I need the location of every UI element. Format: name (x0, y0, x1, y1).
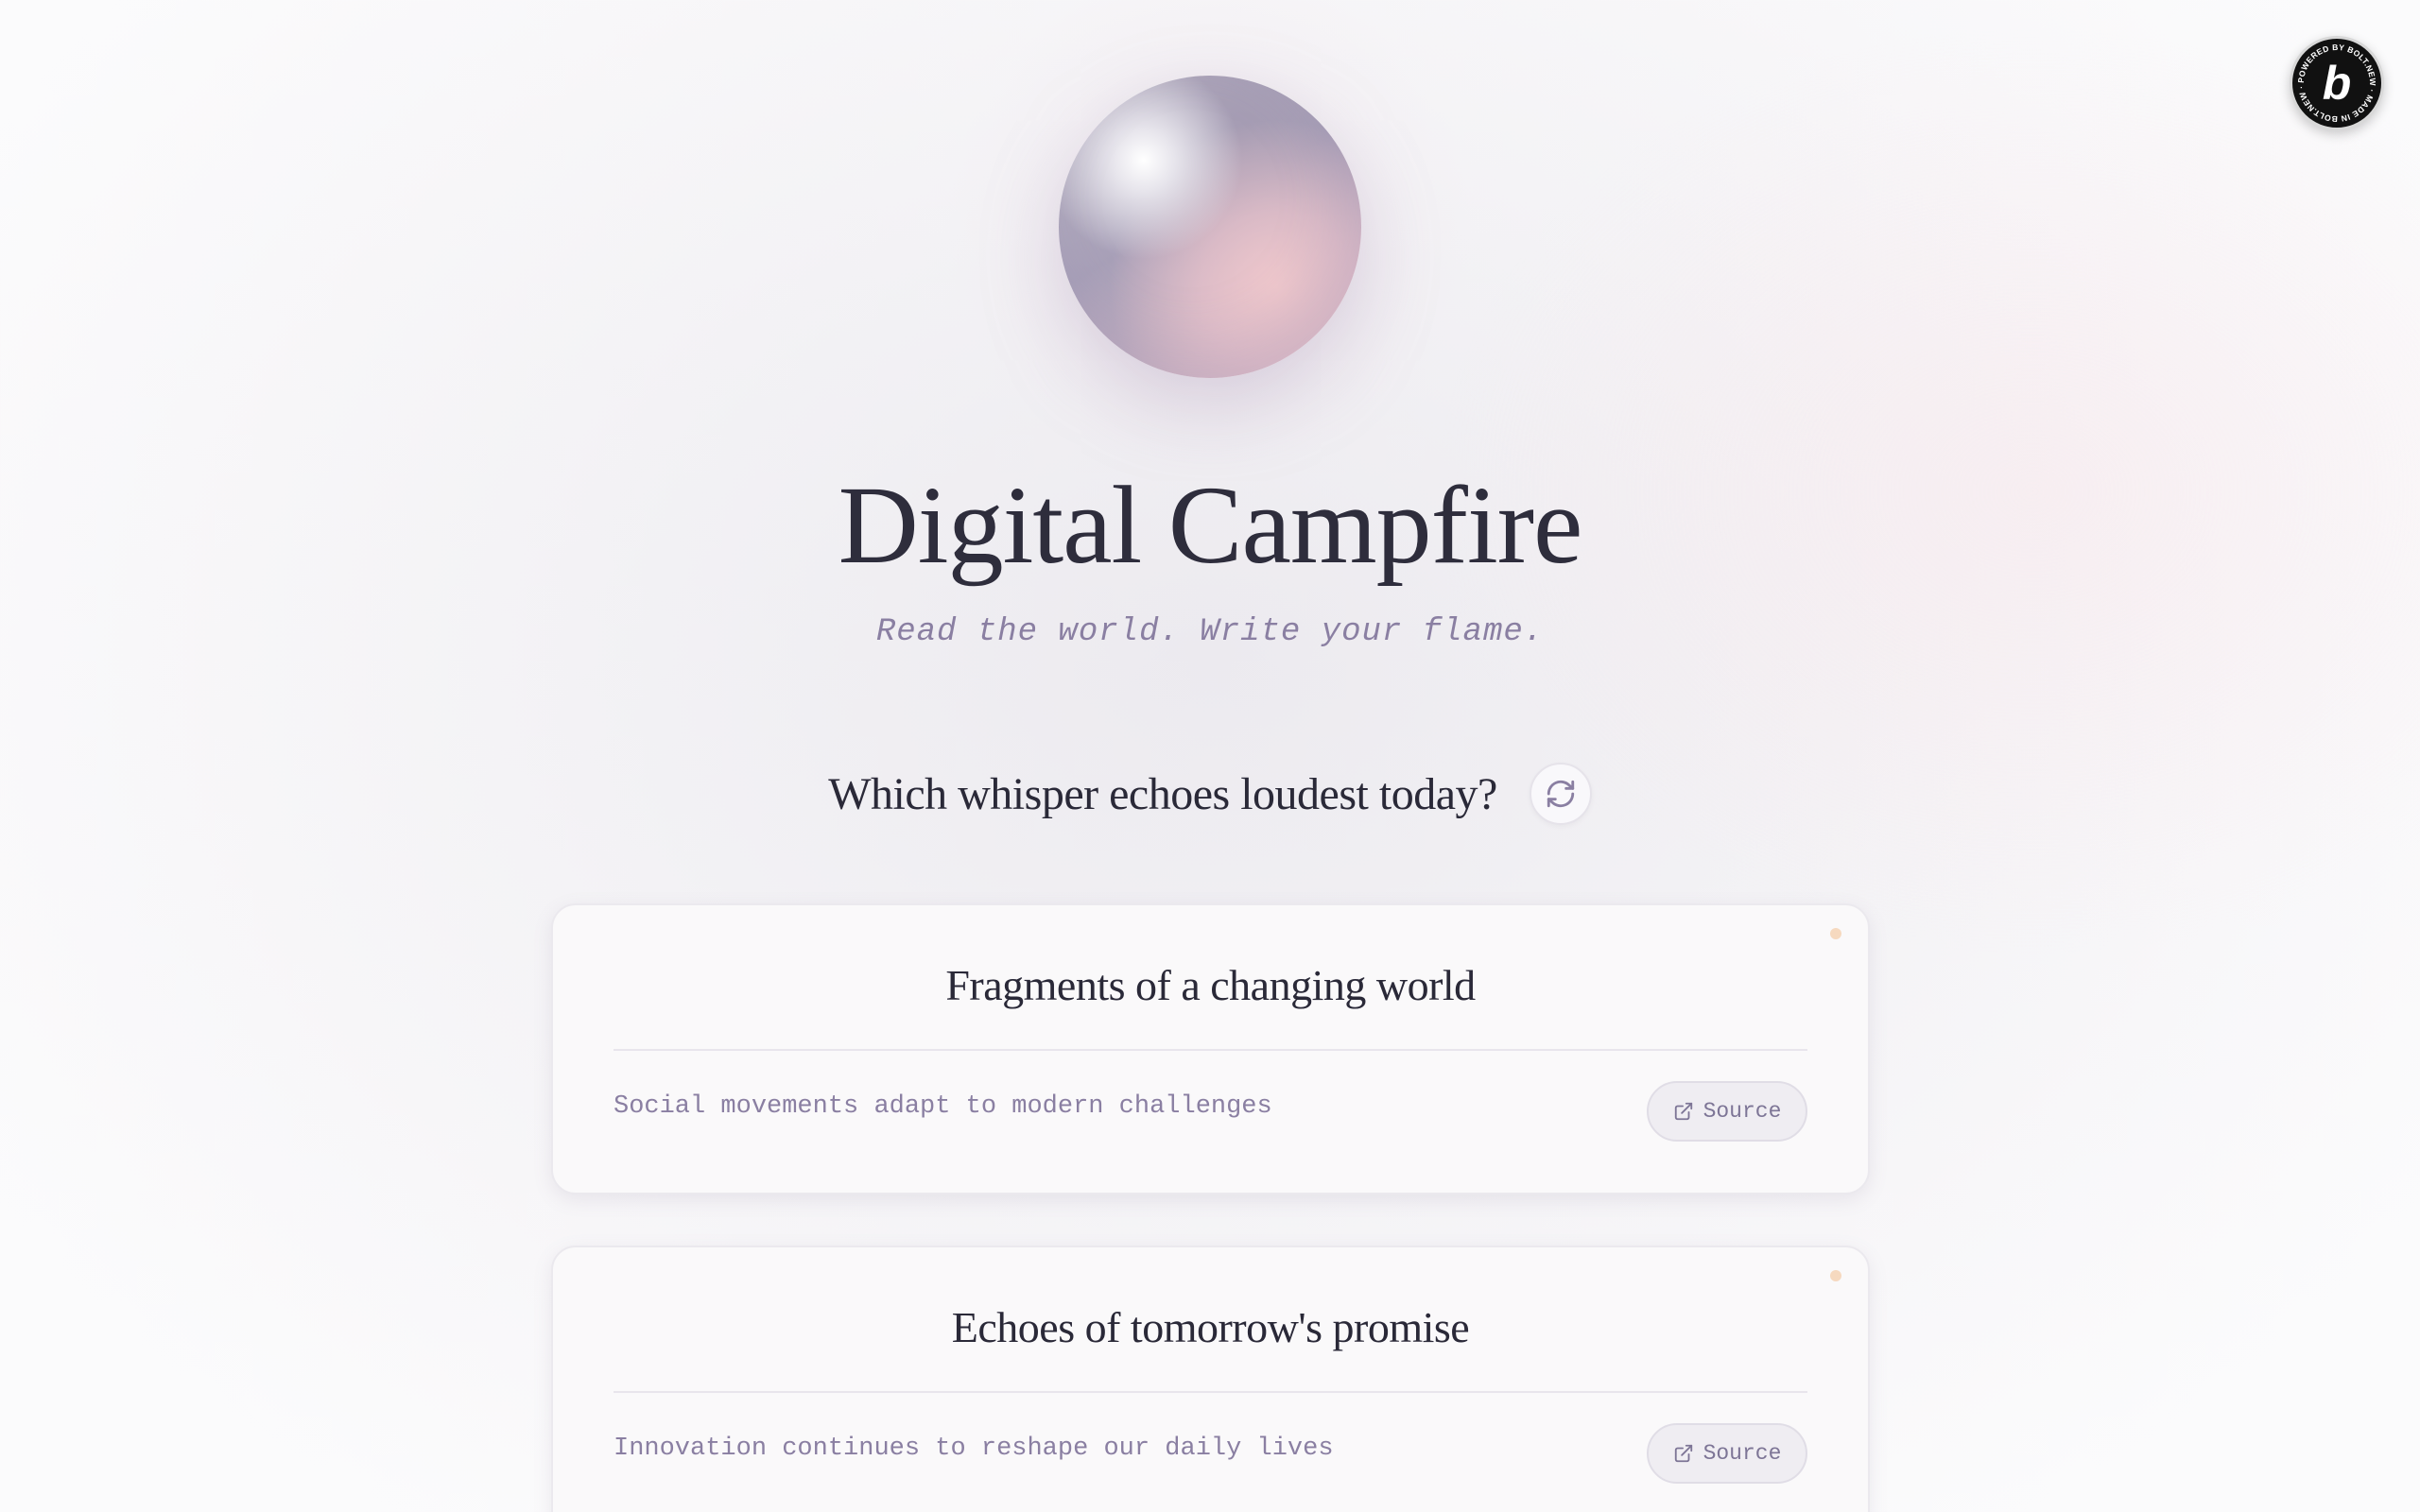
external-link-icon (1674, 1444, 1692, 1463)
refresh-icon (1547, 780, 1574, 808)
question-heading: Which whisper echoes loudest today? (828, 768, 1497, 819)
card-title: Echoes of tomorrow's promise (951, 1303, 1470, 1351)
source-button[interactable]: Source (1647, 1423, 1807, 1484)
status-dot (1830, 928, 1841, 939)
source-label: Source (1703, 1441, 1782, 1466)
story-card: Echoes of tomorrow's promise Innovation … (551, 1246, 1870, 1512)
card-summary: Social movements adapt to modern challen… (614, 1092, 1272, 1121)
status-dot (1830, 1270, 1841, 1281)
refresh-button[interactable] (1529, 763, 1592, 825)
page-title: Digital Campfire (838, 463, 1583, 587)
bolt-logo-icon: b (2322, 57, 2352, 110)
source-button[interactable]: Source (1647, 1081, 1807, 1142)
page-subtitle: Read the world. Write your flame. (875, 614, 1545, 650)
card-divider (614, 1049, 1807, 1051)
bolt-badge[interactable]: POWERED BY BOLT.NEW · MADE IN BOLT.NEW ·… (2290, 36, 2384, 130)
source-label: Source (1703, 1099, 1782, 1124)
question-row: Which whisper echoes loudest today? (0, 756, 2420, 832)
card-divider (614, 1391, 1807, 1393)
campfire-orb (1059, 76, 1361, 378)
card-title: Fragments of a changing world (945, 961, 1476, 1009)
story-card: Fragments of a changing world Social mov… (551, 903, 1870, 1194)
external-link-icon (1674, 1102, 1692, 1121)
card-summary: Innovation continues to reshape our dail… (614, 1435, 1334, 1463)
